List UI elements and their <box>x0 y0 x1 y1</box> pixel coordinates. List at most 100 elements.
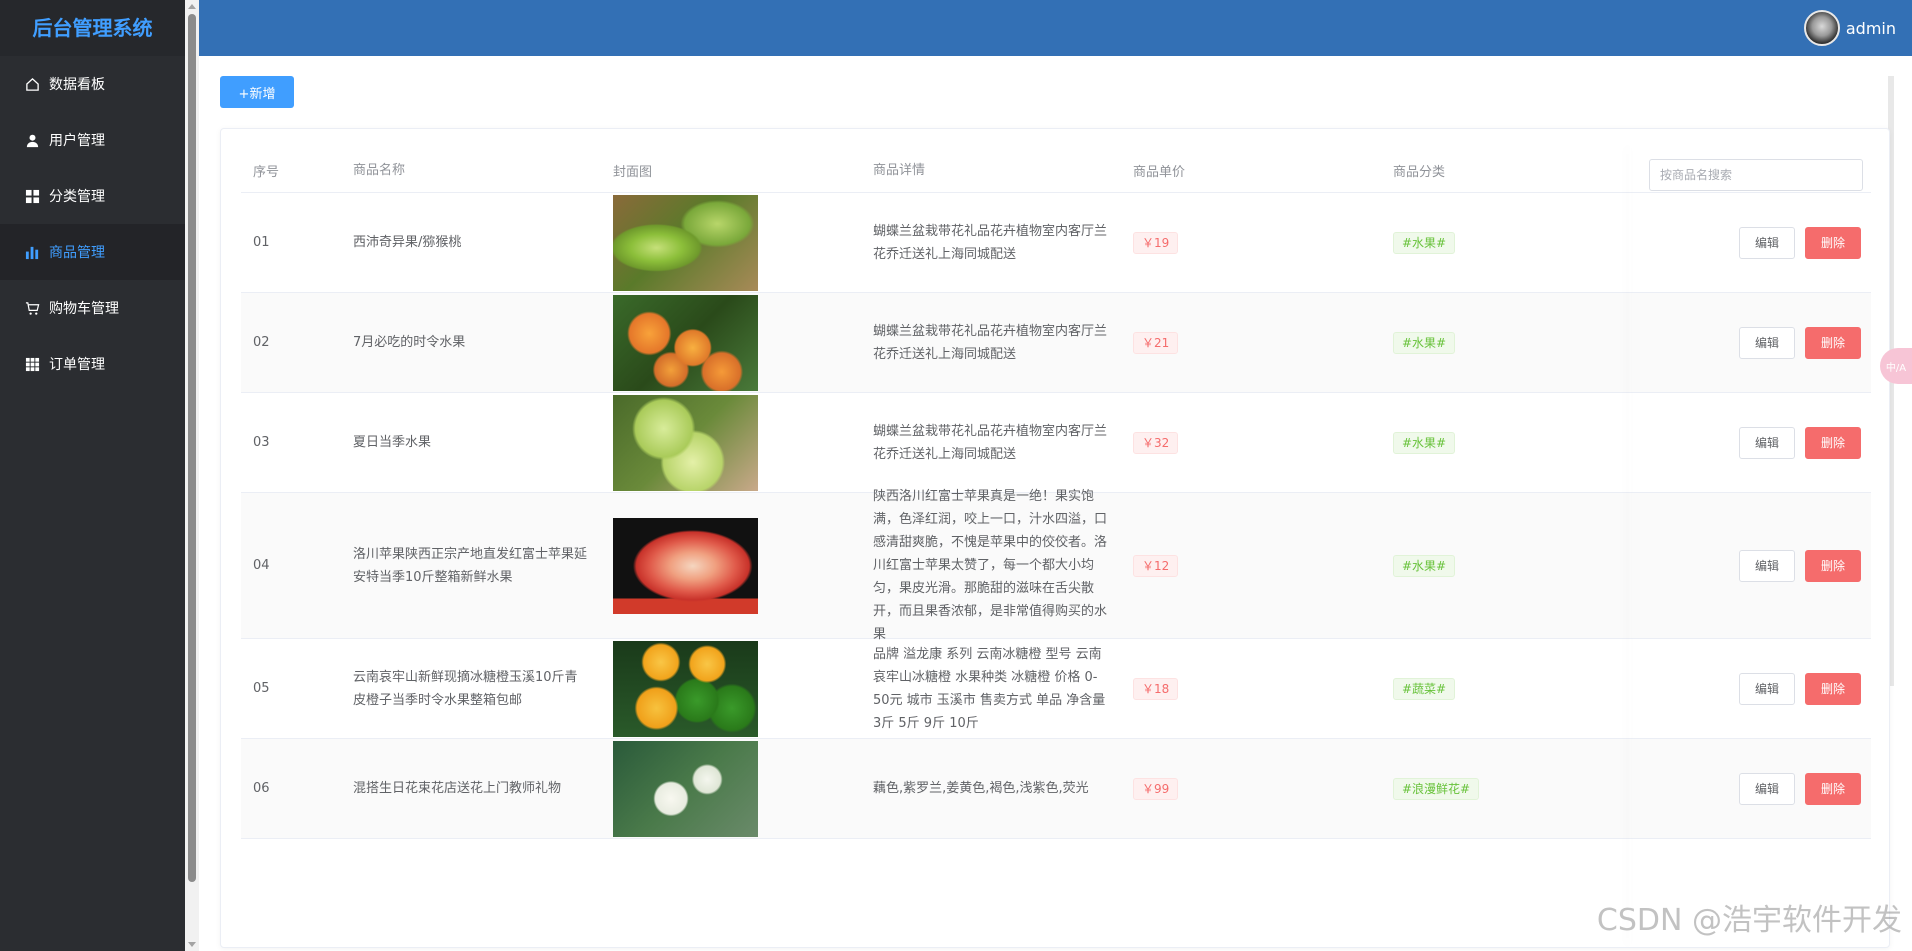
top-header: admin <box>199 0 1912 56</box>
price-cell: ￥12 <box>1121 554 1381 577</box>
ops-cell: 编辑 删除 <box>1641 426 1871 459</box>
cover-image[interactable] <box>613 740 758 837</box>
col-header-name: 商品名称 <box>353 163 406 178</box>
cover-cell <box>601 740 861 837</box>
sidebar-item-2[interactable]: 分类管理 <box>0 168 185 224</box>
row-index: 01 <box>253 235 270 250</box>
bar-chart-icon <box>24 244 40 260</box>
sidebar-item-3[interactable]: 商品管理 <box>0 224 185 280</box>
sidebar-item-4[interactable]: 购物车管理 <box>0 280 185 336</box>
price-tag: ￥32 <box>1133 431 1179 454</box>
category-tag: #水果# <box>1393 331 1456 354</box>
main-content: +新增 序号 商品名称 封面图 商品详情 商品单价 商品分类 01 西沛奇异果/猕… <box>199 56 1912 951</box>
cover-cell <box>601 294 861 391</box>
table-row: 05 云南哀牢山新鲜现摘冰糖橙玉溪10斤青皮橙子当季时令水果整箱包邮 品牌 溢龙康 … <box>241 639 1871 739</box>
edit-button[interactable]: 编辑 <box>1738 672 1795 705</box>
col-header-detail: 商品详情 <box>873 163 926 178</box>
price-cell: ￥99 <box>1121 777 1381 800</box>
category-cell: #水果# <box>1381 431 1641 454</box>
apps-icon <box>24 356 40 372</box>
edit-button[interactable]: 编辑 <box>1738 326 1795 359</box>
product-detail: 陕西洛川红富士苹果真是一绝！果实饱满，色泽红润，咬上一口，汁水四溢，口感清甜爽脆… <box>873 489 1108 642</box>
category-cell: #浪漫鲜花# <box>1381 777 1641 800</box>
price-cell: ￥32 <box>1121 431 1381 454</box>
product-name: 云南哀牢山新鲜现摘冰糖橙玉溪10斤青皮橙子当季时令水果整箱包邮 <box>353 669 578 708</box>
ops-cell: 编辑 删除 <box>1641 672 1871 705</box>
price-tag: ￥12 <box>1133 554 1179 577</box>
category-tag: #浪漫鲜花# <box>1393 777 1480 800</box>
category-cell: #水果# <box>1381 554 1641 577</box>
scroll-down-icon[interactable] <box>188 942 196 947</box>
price-tag: ￥18 <box>1133 677 1179 700</box>
sidebar-item-0[interactable]: 数据看板 <box>0 56 185 112</box>
sidebar-scrollbar[interactable] <box>185 0 199 951</box>
cover-image[interactable] <box>613 640 758 737</box>
cover-cell <box>601 640 861 737</box>
home-icon <box>24 76 40 92</box>
col-header-cover: 封面图 <box>613 165 653 180</box>
table-body: 01 西沛奇异果/猕猴桃 蝴蝶兰盆栽带花礼品花卉植物室内客厅兰花乔迁送礼上海同城配送… <box>241 193 1871 839</box>
username[interactable]: admin <box>1846 19 1896 38</box>
scrollbar-thumb[interactable] <box>188 14 196 882</box>
sidebar-item-1[interactable]: 用户管理 <box>0 112 185 168</box>
price-cell: ￥18 <box>1121 677 1381 700</box>
cover-image[interactable] <box>613 294 758 391</box>
category-tag: #水果# <box>1393 431 1456 454</box>
avatar[interactable] <box>1803 10 1840 46</box>
user-menu[interactable]: admin <box>1803 10 1896 46</box>
delete-button[interactable]: 删除 <box>1804 326 1861 359</box>
cart-icon <box>24 300 40 316</box>
col-header-category: 商品分类 <box>1393 165 1446 180</box>
cover-cell <box>601 194 861 291</box>
delete-button[interactable]: 删除 <box>1804 426 1861 459</box>
delete-button[interactable]: 删除 <box>1804 772 1861 805</box>
ops-cell: 编辑 删除 <box>1641 326 1871 359</box>
goods-table-card: 序号 商品名称 封面图 商品详情 商品单价 商品分类 01 西沛奇异果/猕猴桃 蝴蝶… <box>220 128 1890 948</box>
sidebar-item-label: 购物车管理 <box>49 301 119 317</box>
sidebar-item-5[interactable]: 订单管理 <box>0 336 185 392</box>
sidebar-item-label: 订单管理 <box>49 357 105 373</box>
table-row: 06 混搭生日花束花店送花上门教师礼物 藕色,紫罗兰,姜黄色,褐色,浅紫色,荧光 ￥9… <box>241 739 1871 839</box>
table-row: 01 西沛奇异果/猕猴桃 蝴蝶兰盆栽带花礼品花卉植物室内客厅兰花乔迁送礼上海同城配送… <box>241 193 1871 293</box>
search-input[interactable] <box>1649 159 1863 191</box>
product-detail: 蝴蝶兰盆栽带花礼品花卉植物室内客厅兰花乔迁送礼上海同城配送 <box>873 423 1108 462</box>
product-name: 西沛奇异果/猕猴桃 <box>353 235 462 250</box>
edit-button[interactable]: 编辑 <box>1738 549 1795 582</box>
product-detail: 蝴蝶兰盆栽带花礼品花卉植物室内客厅兰花乔迁送礼上海同城配送 <box>873 223 1108 262</box>
translate-icon[interactable]: 中/A <box>1880 348 1912 384</box>
sidebar-item-label: 商品管理 <box>49 245 105 261</box>
scroll-up-icon[interactable] <box>188 4 196 9</box>
product-detail: 藕色,紫罗兰,姜黄色,褐色,浅紫色,荧光 <box>873 781 1089 796</box>
add-button[interactable]: +新增 <box>220 76 294 108</box>
product-name: 混搭生日花束花店送花上门教师礼物 <box>353 781 562 796</box>
delete-button[interactable]: 删除 <box>1804 672 1861 705</box>
cover-image[interactable] <box>613 394 758 491</box>
sidebar-item-label: 分类管理 <box>49 189 105 205</box>
category-cell: #水果# <box>1381 231 1641 254</box>
col-header-index: 序号 <box>253 165 280 180</box>
category-tag: #水果# <box>1393 231 1456 254</box>
cover-cell <box>601 394 861 491</box>
category-tag: #水果# <box>1393 554 1456 577</box>
cover-image[interactable] <box>613 194 758 291</box>
sidebar-menu: 数据看板用户管理分类管理商品管理购物车管理订单管理 <box>0 56 185 392</box>
table-row: 02 7月必吃的时令水果 蝴蝶兰盆栽带花礼品花卉植物室内客厅兰花乔迁送礼上海同城配送… <box>241 293 1871 393</box>
cover-image[interactable] <box>613 517 758 614</box>
edit-button[interactable]: 编辑 <box>1738 226 1795 259</box>
ops-cell: 编辑 删除 <box>1641 772 1871 805</box>
table-row: 04 洛川苹果陕西正宗产地直发红富士苹果延安特当季10斤整箱新鲜水果 陕西洛川红富士… <box>241 489 1871 642</box>
product-name: 7月必吃的时令水果 <box>353 335 466 350</box>
sidebar-item-label: 用户管理 <box>49 133 105 149</box>
col-header-price: 商品单价 <box>1133 165 1186 180</box>
ops-cell: 编辑 删除 <box>1641 226 1871 259</box>
watermark: CSDN @浩宇软件开发 <box>1596 903 1902 938</box>
delete-button[interactable]: 删除 <box>1804 549 1861 582</box>
delete-button[interactable]: 删除 <box>1804 226 1861 259</box>
row-index: 06 <box>253 781 270 796</box>
row-index: 02 <box>253 335 270 350</box>
edit-button[interactable]: 编辑 <box>1738 772 1795 805</box>
fixed-column-divider <box>1630 146 1631 946</box>
edit-button[interactable]: 编辑 <box>1738 426 1795 459</box>
category-cell: #蔬菜# <box>1381 677 1641 700</box>
sidebar: 后台管理系统 数据看板 用户管理 分类管理 商品管理 购物车管理 订单管理 <box>0 0 185 951</box>
